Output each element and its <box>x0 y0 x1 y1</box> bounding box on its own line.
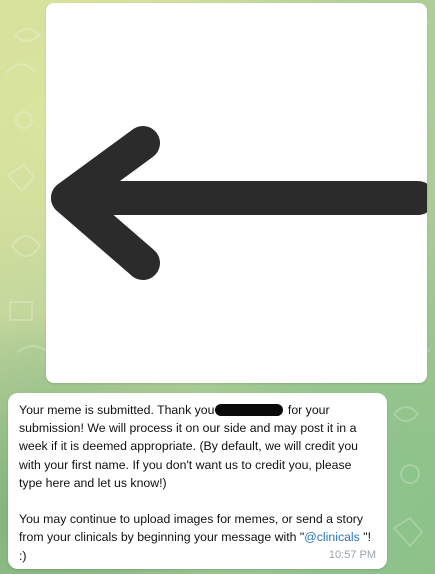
redacted-name <box>215 403 284 416</box>
mention-link[interactable]: @clinicals <box>304 530 360 544</box>
left-arrow-icon <box>51 126 427 280</box>
image-message[interactable] <box>46 3 427 383</box>
message-time: 10:57 PM <box>328 549 376 561</box>
message-text: Your meme is submitted. Thank you for yo… <box>19 401 377 565</box>
text-message: Your meme is submitted. Thank you for yo… <box>8 393 387 569</box>
message-part-1: Your meme is submitted. Thank you <box>19 403 215 417</box>
